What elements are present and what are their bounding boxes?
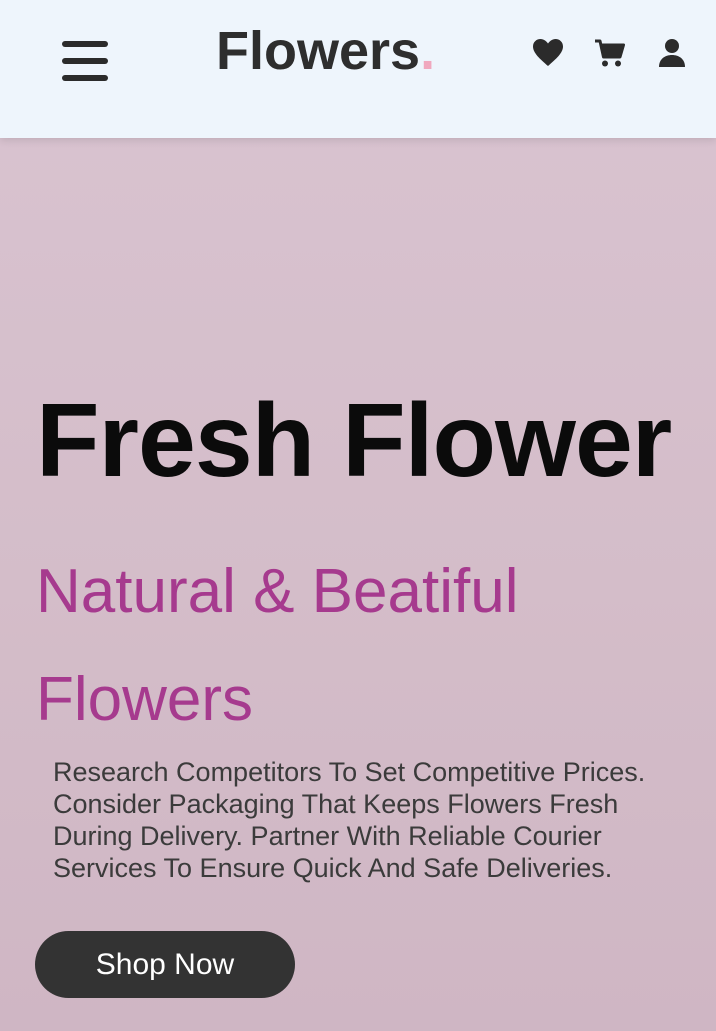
hero-subtitle-line2: Flowers xyxy=(36,665,254,734)
menu-bar xyxy=(62,58,108,64)
cart-icon[interactable] xyxy=(594,38,626,68)
hero-subtitle-line1: Natural & Beatiful xyxy=(36,557,519,626)
hero-description: Research Competitors To Set Competitive … xyxy=(53,757,646,883)
logo-dot: . xyxy=(420,21,436,81)
menu-bar xyxy=(62,75,108,81)
hero-section: Fresh Flower Natural & Beatiful Flowers … xyxy=(0,138,716,1031)
user-icon[interactable] xyxy=(656,38,688,68)
menu-bar xyxy=(62,41,108,47)
shop-now-button[interactable]: Shop Now xyxy=(35,931,295,998)
hamburger-menu-icon[interactable] xyxy=(60,38,110,84)
header-actions xyxy=(532,38,688,68)
top-navbar: Flowers. xyxy=(0,0,716,138)
hero-title: Fresh Flower xyxy=(36,383,672,499)
logo-text: Flowers xyxy=(216,21,421,81)
site-logo[interactable]: Flowers. xyxy=(216,20,435,82)
heart-icon[interactable] xyxy=(532,38,564,68)
